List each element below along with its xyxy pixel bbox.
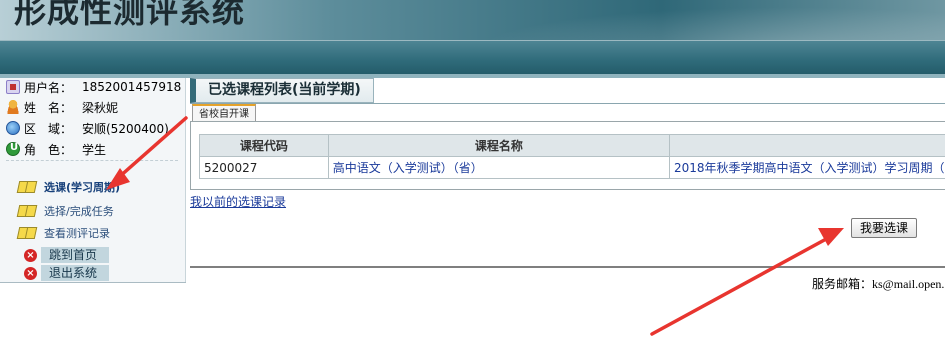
user-info-username: 用户名： 1852001457918 [6, 78, 181, 96]
table-header-row: 课程代码 课程名称 [199, 134, 945, 157]
sidebar-item-tasks[interactable]: 选择/完成任务 [16, 203, 114, 219]
course-period-link[interactable]: 2018年秋季学期高中语文（入学测试）学习周期（ [669, 156, 945, 179]
table-row: 5200027 高中语文（入学测试）（省） 2018年秋季学期高中语文（入学测试… [199, 156, 945, 179]
user-info-name: 姓 名： 梁秋妮 [6, 98, 118, 116]
column-header-period [669, 134, 945, 157]
sidebar-item-course-selection[interactable]: 选课(学习周期) [16, 179, 121, 195]
book-icon [16, 205, 38, 217]
select-course-button[interactable]: 我要选课 [851, 218, 918, 238]
go-home-button[interactable]: × 跳到首页 [24, 247, 110, 263]
title-underline [190, 103, 945, 104]
sidebar-item-label: 选课(学习周期) [44, 181, 121, 194]
footer-email-value: ks@mail.open. [872, 277, 945, 291]
course-table: 课程代码 课程名称 5200027 高中语文（入学测试）（省） 2018年秋季学… [199, 134, 945, 179]
book-icon [16, 227, 38, 239]
course-name-link[interactable]: 高中语文（入学测试）（省） [327, 156, 671, 179]
globe-icon [6, 121, 20, 135]
page: 形成性测评系统 用户名： 1852001457918 姓 名： 梁秋妮 区 域：… [0, 0, 945, 361]
close-icon: × [24, 248, 37, 262]
history-records-link[interactable]: 我以前的选课记录 [190, 193, 286, 210]
username-value: 1852001457918 [82, 80, 182, 94]
name-label: 姓 名： [24, 100, 73, 115]
role-icon [6, 142, 20, 156]
region-value: 安顺(5200400) [82, 121, 169, 136]
go-home-label: 跳到首页 [41, 247, 110, 263]
username-label: 用户名： [24, 80, 73, 95]
sidebar-divider [6, 160, 178, 161]
column-header-code: 课程代码 [199, 134, 329, 157]
user-info-role: 角 色： 学生 [6, 140, 106, 158]
course-code-cell: 5200027 [199, 156, 329, 179]
logout-label: 退出系统 [41, 265, 110, 281]
sidebar-bottom-border [0, 282, 186, 283]
role-label: 角 色： [24, 142, 73, 157]
person-icon [6, 100, 20, 114]
sidebar-item-records[interactable]: 查看测评记录 [16, 225, 110, 241]
footer-email-label: 服务邮箱： [812, 277, 873, 291]
column-header-name: 课程名称 [327, 134, 671, 157]
content-divider [190, 266, 945, 268]
user-info-region: 区 域： 安顺(5200400) [6, 119, 169, 137]
sidebar-item-label: 查看测评记录 [44, 227, 110, 240]
logout-button[interactable]: × 退出系统 [24, 265, 110, 281]
role-value: 学生 [82, 142, 107, 157]
region-label: 区 域： [24, 121, 73, 136]
name-value: 梁秋妮 [82, 100, 119, 115]
banner-decoration [425, 0, 945, 40]
header-banner: 形成性测评系统 [0, 0, 945, 40]
top-nav-bar [0, 40, 945, 74]
sidebar: 用户名： 1852001457918 姓 名： 梁秋妮 区 域： 安顺(5200… [0, 78, 186, 282]
footer-service-email: 服务邮箱：ks@mail.open. [812, 275, 944, 292]
tab-provincial-courses[interactable]: 省校自开课 [192, 104, 256, 122]
app-title: 形成性测评系统 [14, 0, 246, 30]
book-icon [16, 181, 38, 193]
sidebar-item-label: 选择/完成任务 [44, 205, 114, 218]
page-title: 已选课程列表(当前学期) [190, 78, 374, 103]
user-card-icon [6, 80, 20, 94]
close-icon: × [24, 266, 37, 280]
